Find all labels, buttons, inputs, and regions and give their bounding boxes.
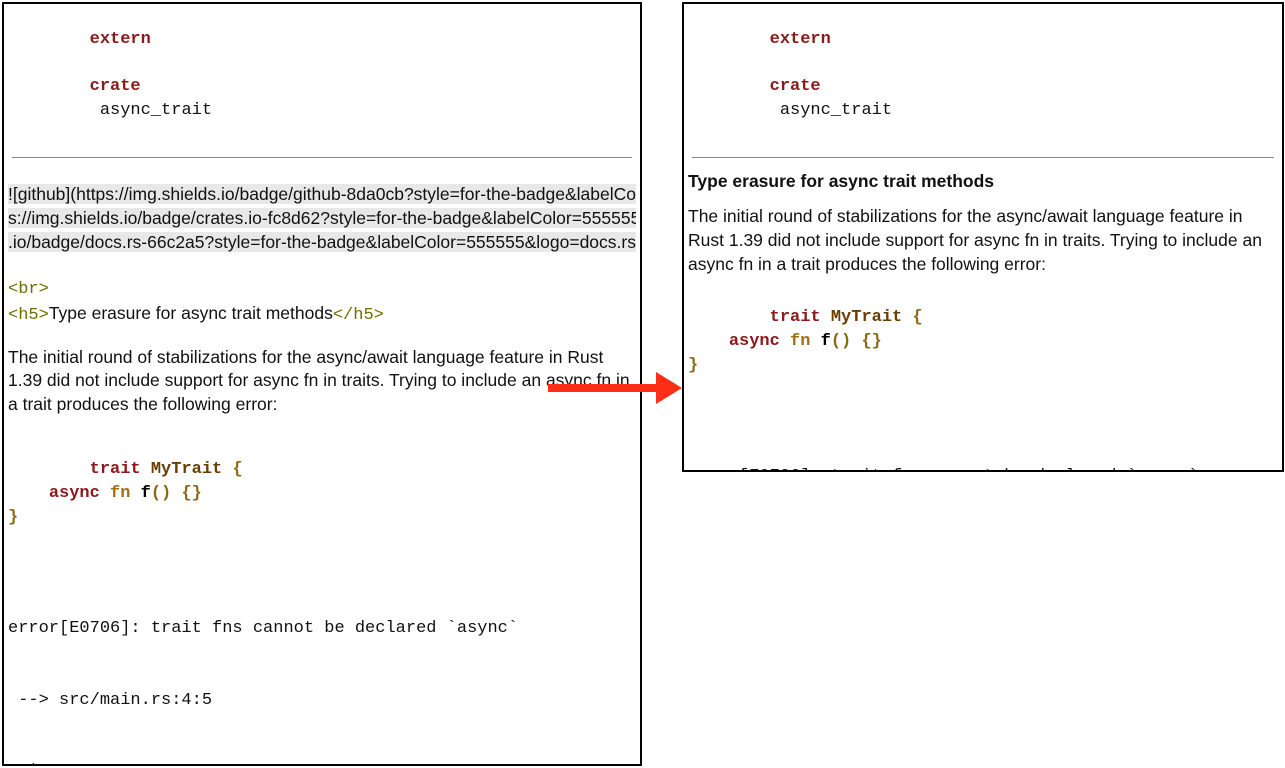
crate-name: async_trait bbox=[90, 101, 212, 120]
arrow-shaft bbox=[548, 384, 660, 392]
h5-text: Type erasure for async trait methods bbox=[49, 303, 333, 323]
badge-markdown-block: ![github](https://img.shields.io/badge/g… bbox=[8, 182, 636, 254]
h5-open-tag: <h5> bbox=[8, 306, 49, 325]
err-line-1: error[E0706]: trait fns cannot be declar… bbox=[8, 617, 636, 641]
divider-rendered bbox=[692, 157, 1274, 158]
rendered-preview-card: extern crate async_trait Type erasure fo… bbox=[682, 2, 1284, 472]
divider bbox=[12, 157, 632, 158]
raw-h5-line: <h5>Type erasure for async trait methods… bbox=[8, 302, 636, 328]
arrow-head-icon bbox=[656, 372, 682, 404]
h5-close-tag: </h5> bbox=[333, 306, 384, 325]
crate-declaration-line: extern crate async_trait bbox=[8, 4, 636, 147]
kw-crate: crate bbox=[90, 77, 141, 96]
err-line-2: --> src/main.rs:4:5 bbox=[8, 689, 636, 713]
crate-declaration-line-rendered: extern crate async_trait bbox=[688, 4, 1278, 147]
trait-code-block-rendered: trait MyTrait { async fn f() {}} bbox=[688, 282, 1278, 401]
intro-paragraph-rendered: The initial round of stabilizations for … bbox=[688, 205, 1278, 276]
compiler-error-block: error[E0706]: trait fns cannot be declar… bbox=[8, 570, 636, 766]
transform-arrow bbox=[548, 372, 684, 404]
badge-line-3: .io/badge/docs.rs-66c2a5?style=for-the-b… bbox=[8, 232, 636, 252]
stage: extern crate async_trait ![github](https… bbox=[0, 0, 1285, 768]
raw-br-tag: <br> bbox=[8, 278, 636, 302]
err-line-3: | bbox=[8, 760, 636, 766]
badge-line-1: ![github](https://img.shields.io/badge/g… bbox=[8, 184, 636, 204]
kw-extern: extern bbox=[90, 30, 151, 49]
trait-code-block: trait MyTrait { async fn f() {}} bbox=[8, 435, 636, 554]
source-preview-card: extern crate async_trait ![github](https… bbox=[2, 2, 642, 766]
rendered-h5: Type erasure for async trait methods bbox=[688, 170, 1278, 194]
badge-line-2: s://img.shields.io/badge/crates.io-fc8d6… bbox=[8, 208, 636, 228]
compiler-error-block-rendered: error[E0706]: trait fns cannot be declar… bbox=[688, 417, 1278, 472]
intro-paragraph: The initial round of stabilizations for … bbox=[8, 346, 636, 417]
